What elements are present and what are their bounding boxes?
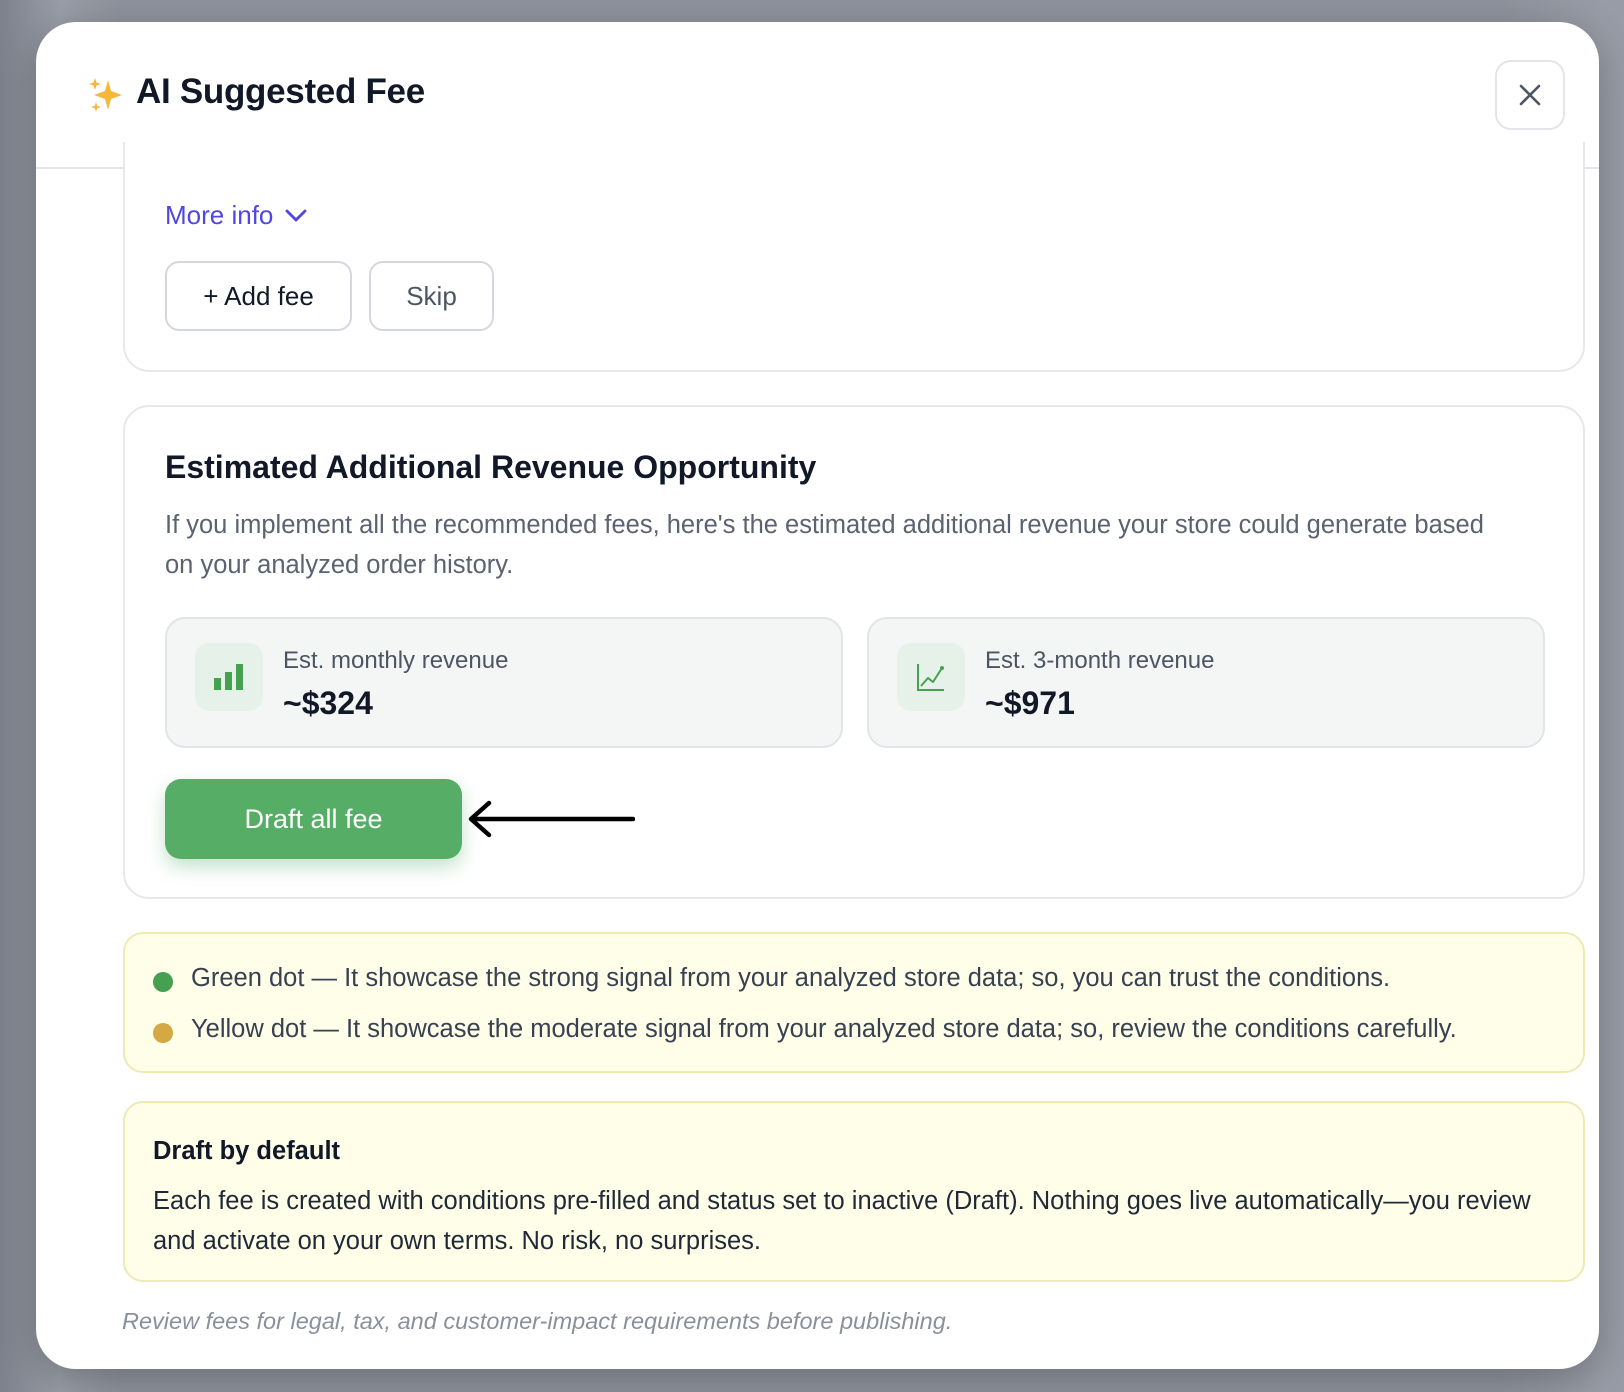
legend-green-row: Green dot — It showcase the strong signa…: [153, 964, 1390, 993]
draft-default-notice: Draft by default Each fee is created wit…: [123, 1101, 1585, 1282]
line-chart-icon: [897, 643, 965, 711]
monthly-revenue-value: ~$324: [283, 685, 373, 721]
more-info-toggle[interactable]: More info: [165, 200, 307, 231]
modal-title: AI Suggested Fee: [136, 72, 425, 111]
sparkles-icon: [89, 78, 122, 112]
add-fee-button[interactable]: + Add fee: [165, 261, 352, 331]
three-month-revenue-value: ~$971: [985, 685, 1075, 721]
legend-yellow-text: Yellow dot — It showcase the moderate si…: [191, 1015, 1457, 1043]
revenue-title: Estimated Additional Revenue Opportunity: [165, 449, 817, 485]
chevron-down-icon: [285, 209, 307, 221]
draft-notice-body: Each fee is created with conditions pre-…: [153, 1187, 1531, 1255]
skip-button[interactable]: Skip: [369, 261, 494, 331]
close-icon: [1519, 84, 1541, 106]
three-month-revenue-label: Est. 3-month revenue: [985, 647, 1215, 674]
revenue-opportunity-card: Estimated Additional Revenue Opportunity…: [123, 405, 1585, 899]
signal-legend: Green dot — It showcase the strong signa…: [123, 932, 1585, 1073]
revenue-description: If you implement all the recommended fee…: [165, 511, 1484, 579]
legend-green-text: Green dot — It showcase the strong signa…: [191, 964, 1391, 992]
three-month-revenue-stat: Est. 3-month revenue ~$971: [867, 617, 1545, 748]
legend-yellow-row: Yellow dot — It showcase the moderate si…: [153, 1015, 1457, 1044]
more-info-label: More info: [165, 200, 274, 230]
yellow-dot-icon: [153, 1022, 173, 1043]
monthly-revenue-stat: Est. monthly revenue ~$324: [165, 617, 843, 748]
draft-notice-title: Draft by default: [153, 1137, 341, 1165]
monthly-revenue-label: Est. monthly revenue: [283, 647, 509, 674]
arrow-left-icon: [468, 800, 635, 838]
green-dot-icon: [153, 971, 173, 992]
ai-suggested-fee-modal: AI Suggested Fee More info + Add fee Ski…: [36, 22, 1599, 1369]
fee-suggestion-card: More info + Add fee Skip: [123, 142, 1585, 372]
bar-chart-icon: [195, 643, 263, 711]
footnote: Review fees for legal, tax, and customer…: [122, 1308, 953, 1334]
close-button[interactable]: [1495, 60, 1565, 130]
draft-all-fee-button[interactable]: Draft all fee: [165, 779, 462, 859]
